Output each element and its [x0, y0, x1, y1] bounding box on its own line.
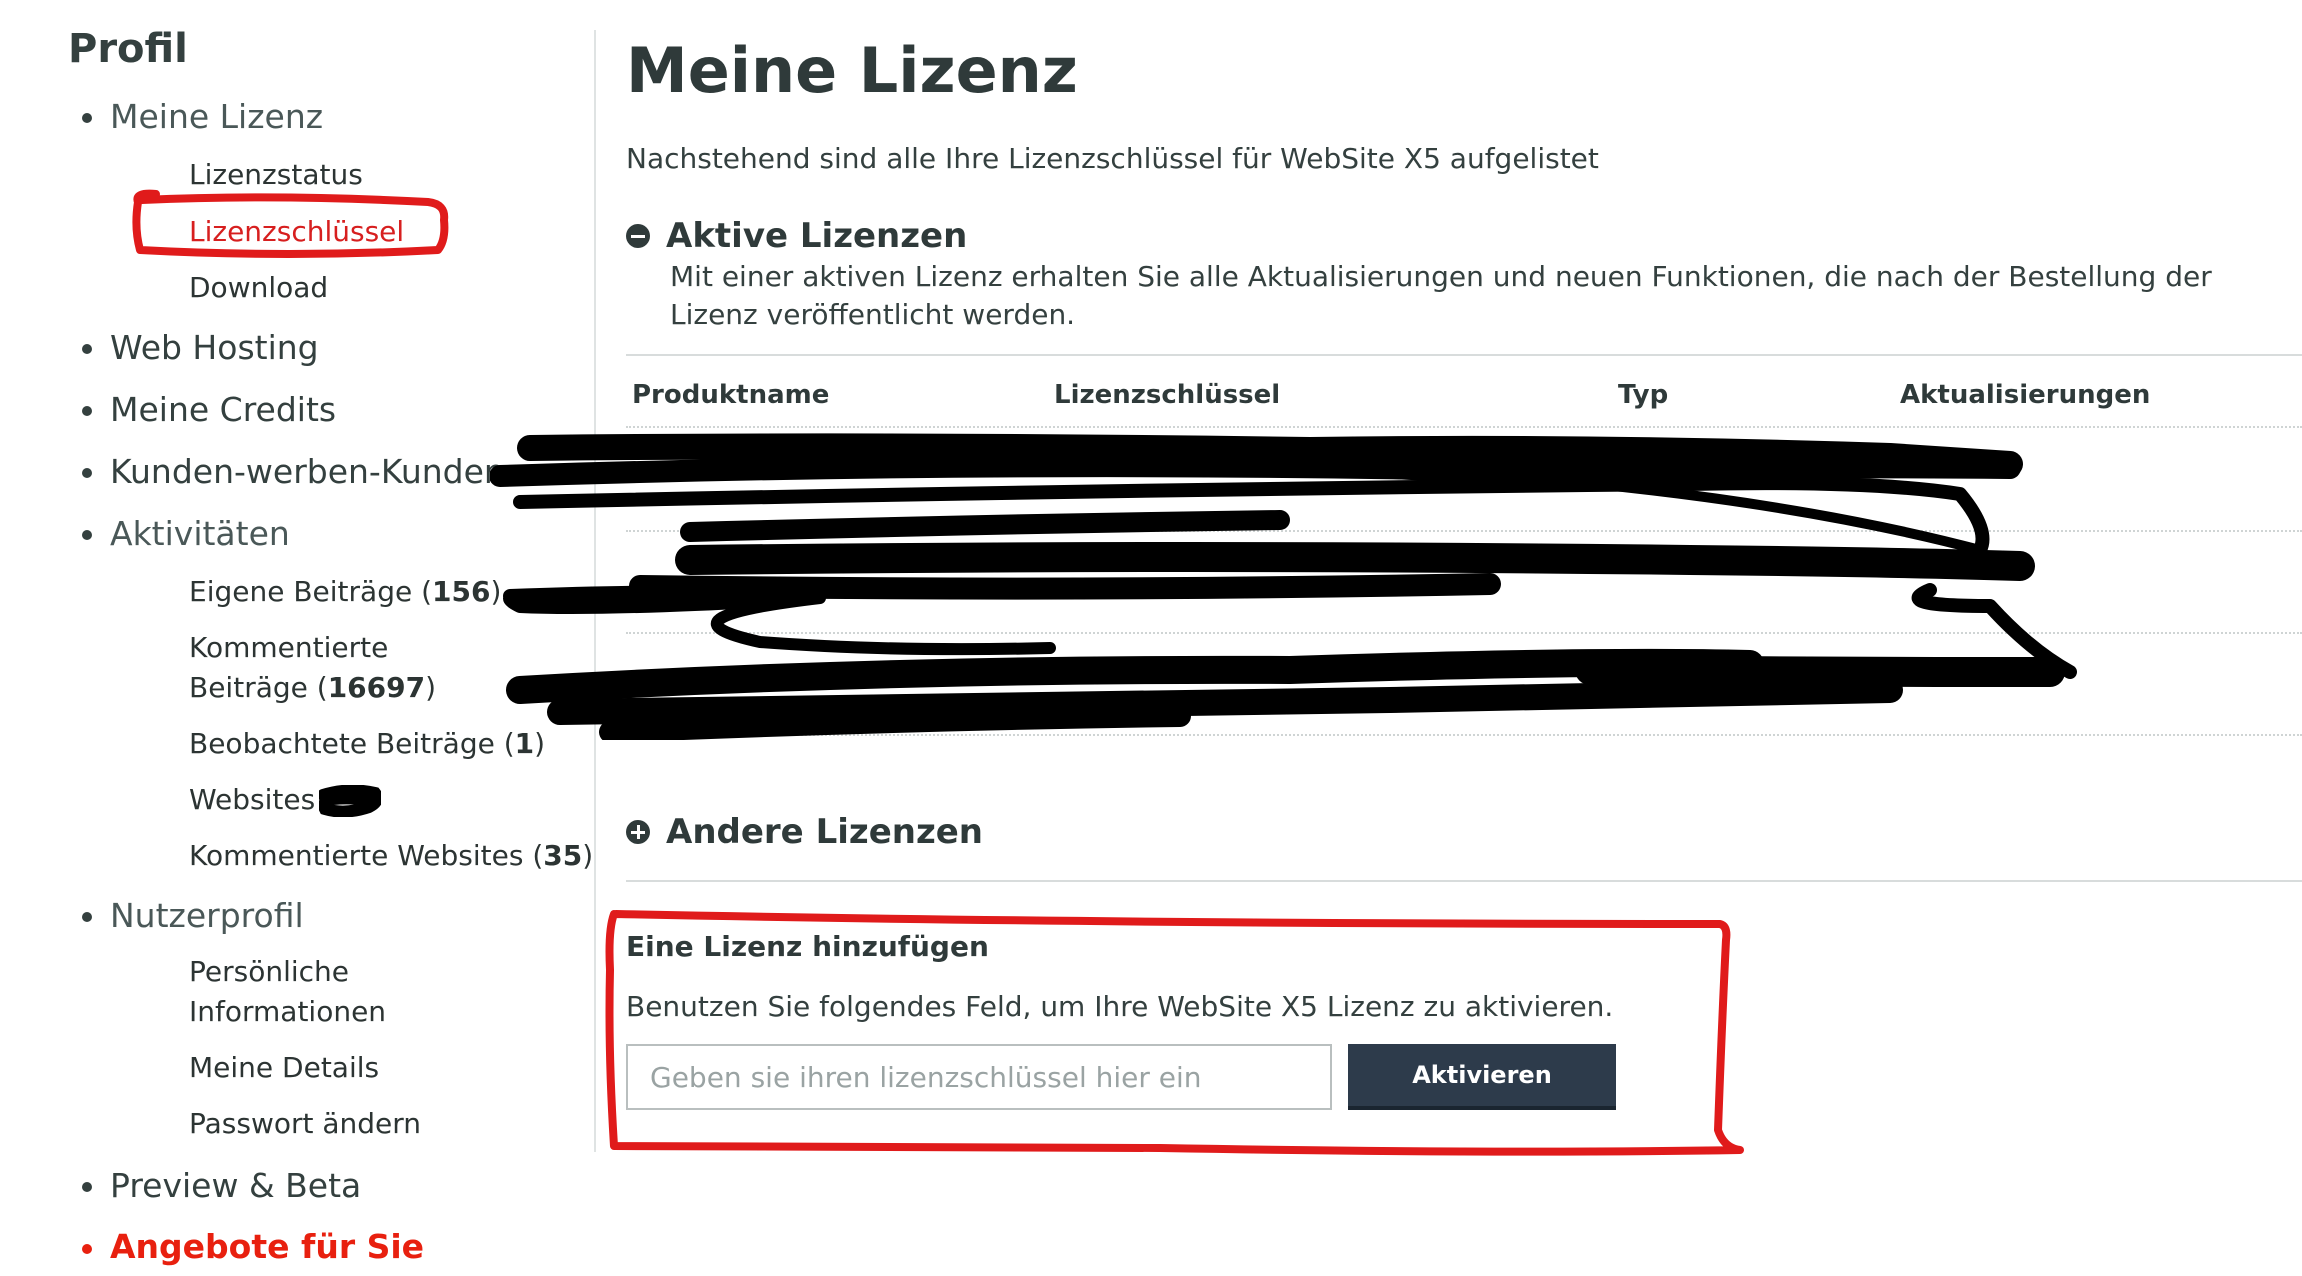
sidebar-title: Profil [68, 26, 188, 72]
sidebar: Profil Meine Lizenz Lizenzstatus Lizenzs… [0, 0, 594, 1276]
column-header: Typ [1618, 380, 1669, 410]
bullet-icon [82, 344, 92, 354]
sidebar-subitem-label[interactable]: Kommentierte Websites (35) [189, 836, 593, 876]
sidebar-item-label[interactable]: Preview & Beta [110, 1166, 361, 1205]
sidebar-item-label[interactable]: Nutzerprofil [110, 896, 304, 935]
main-content: Meine Lizenz Nachstehend sind alle Ihre … [490, 0, 2302, 1276]
subitem-text: Beobachtete Beiträge [189, 727, 495, 760]
column-header: Lizenzschlüssel [1054, 380, 1281, 410]
count-badge: 35 [543, 839, 583, 872]
sidebar-subitem-label[interactable]: Persönliche Informationen [189, 952, 386, 1032]
count-badge: 1 [514, 727, 535, 760]
bullet-icon [82, 530, 92, 540]
bullet-icon [82, 113, 92, 123]
subitem-text: Websites [189, 783, 316, 816]
activate-button[interactable]: Aktivieren [1348, 1044, 1616, 1110]
add-license-panel: Eine Lizenz hinzufügen Benutzen Sie folg… [626, 920, 1726, 1160]
sidebar-item-label[interactable]: Meine Lizenz [110, 97, 323, 136]
page-title: Meine Lizenz [626, 34, 1078, 107]
bullet-icon [82, 468, 92, 478]
sidebar-subitem-label[interactable]: Websites [189, 780, 382, 820]
sidebar-item-label[interactable]: Web Hosting [110, 328, 319, 367]
column-header: Produktname [632, 380, 830, 410]
bullet-icon [82, 1244, 92, 1254]
sidebar-item-label[interactable]: Kunden-werben-Kunden [110, 452, 505, 491]
license-key-input[interactable] [626, 1044, 1332, 1110]
bullet-icon [82, 406, 92, 416]
sidebar-item-label[interactable]: Aktivitäten [110, 514, 290, 553]
subitem-text: Eigene Beiträge [189, 575, 413, 608]
table-row-divider [626, 734, 2302, 736]
sidebar-subitem-label[interactable]: Lizenzschlüssel [189, 212, 404, 252]
sidebar-subitem-label[interactable]: Eigene Beiträge (156) [189, 572, 501, 612]
sidebar-subitem-label[interactable]: Lizenzstatus [189, 155, 363, 195]
redaction-scribble [490, 433, 2077, 740]
sidebar-divider [594, 30, 596, 1152]
sidebar-item-label[interactable]: Angebote für Sie [110, 1227, 424, 1266]
table-row-divider [626, 530, 2302, 532]
subitem-text: Kommentierte Websites [189, 839, 524, 872]
license-table-header: Produktname Lizenzschlüssel Typ Aktualis… [626, 380, 2302, 424]
redaction-scribble [319, 785, 382, 817]
add-license-title: Eine Lizenz hinzufügen [626, 930, 989, 963]
sidebar-subitem-label[interactable]: Kommentierte Beiträge (16697) [189, 628, 436, 708]
count-badge: 156 [432, 575, 491, 608]
sidebar-item-label[interactable]: Meine Credits [110, 390, 336, 429]
section-active-licenses-toggle[interactable]: Aktive Lizenzen [626, 216, 967, 256]
sidebar-subitem-label[interactable]: Download [189, 268, 328, 308]
section-description: Mit einer aktiven Lizenz erhalten Sie al… [670, 260, 2212, 331]
expand-icon [626, 820, 650, 844]
section-title: Aktive Lizenzen [666, 216, 968, 256]
sidebar-subitem-label[interactable]: Passwort ändern [189, 1104, 421, 1144]
add-license-description: Benutzen Sie folgendes Feld, um Ihre Web… [626, 990, 1614, 1023]
subitem-text: Informationen [189, 995, 387, 1028]
table-row-divider [626, 632, 2302, 634]
table-row-divider [626, 426, 2302, 428]
section-title: Andere Lizenzen [666, 812, 984, 852]
subitem-text: Persönliche [189, 955, 350, 988]
sidebar-subitem-label[interactable]: Meine Details [189, 1048, 379, 1088]
divider [626, 354, 2302, 356]
intro-text: Nachstehend sind alle Ihre Lizenzschlüss… [626, 142, 1599, 175]
sidebar-subitem-label[interactable]: Beobachtete Beiträge (1) [189, 724, 545, 764]
bullet-icon [82, 1182, 92, 1192]
subitem-text: Beiträge [189, 671, 308, 704]
divider [626, 880, 2302, 882]
subitem-text: Kommentierte [189, 631, 389, 664]
column-header: Aktualisierungen [1900, 380, 2151, 410]
count-badge: 16697 [327, 671, 426, 704]
section-other-licenses-toggle[interactable]: Andere Lizenzen [626, 812, 983, 852]
collapse-icon [626, 224, 650, 248]
bullet-icon [82, 912, 92, 922]
